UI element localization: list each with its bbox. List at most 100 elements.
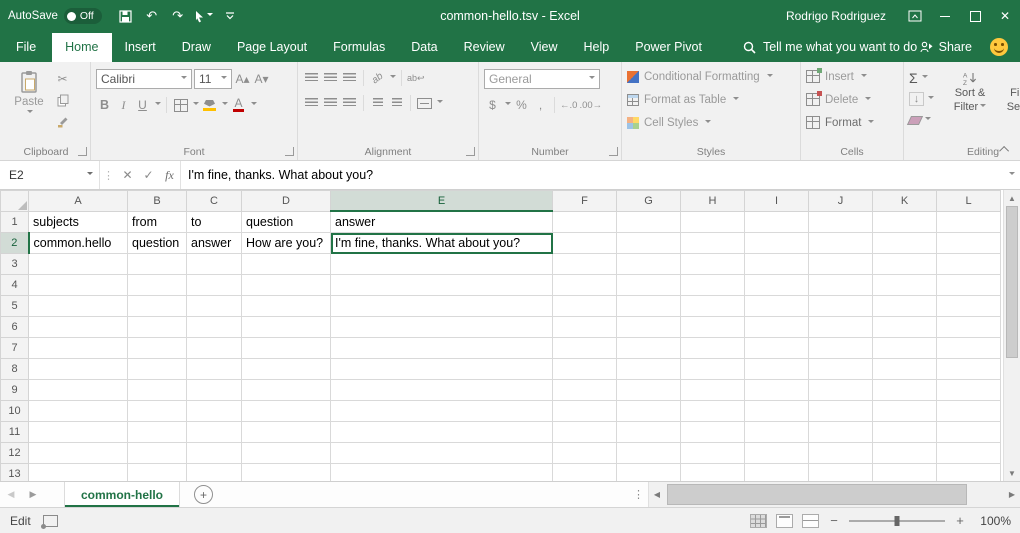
vertical-scroll-thumb[interactable]: [1006, 206, 1018, 358]
cell-K5[interactable]: [873, 296, 937, 317]
cell-H2[interactable]: [681, 233, 745, 254]
cell-G8[interactable]: [617, 359, 681, 380]
name-box[interactable]: E2: [0, 161, 100, 189]
column-header-J[interactable]: J: [809, 191, 873, 212]
cell-F6[interactable]: [553, 317, 617, 338]
delete-cells-button[interactable]: Delete: [806, 89, 898, 110]
insert-cells-button[interactable]: Insert: [806, 66, 898, 87]
cell-H7[interactable]: [681, 338, 745, 359]
cell-B7[interactable]: [128, 338, 187, 359]
cell-J2[interactable]: [809, 233, 873, 254]
tab-power-pivot[interactable]: Power Pivot: [622, 33, 715, 62]
tab-scrollbar-splitter[interactable]: ⋮: [629, 488, 648, 501]
cell-A2[interactable]: common.hello: [29, 233, 128, 254]
cell-G1[interactable]: [617, 211, 681, 233]
row-header-5[interactable]: 5: [1, 296, 29, 317]
row-header-12[interactable]: 12: [1, 443, 29, 464]
increase-indent-icon[interactable]: [388, 94, 405, 112]
cell-E11[interactable]: [331, 422, 553, 443]
cell-C4[interactable]: [187, 275, 242, 296]
scroll-down-icon[interactable]: ▼: [1004, 465, 1020, 481]
cell-L10[interactable]: [937, 401, 1001, 422]
cell-B8[interactable]: [128, 359, 187, 380]
paste-button[interactable]: Paste: [7, 67, 51, 134]
cell-I10[interactable]: [745, 401, 809, 422]
cell-K3[interactable]: [873, 254, 937, 275]
conditional-formatting-button[interactable]: Conditional Formatting: [627, 66, 795, 87]
cell-E2[interactable]: I'm fine, thanks. What about you?: [331, 233, 553, 254]
tab-data[interactable]: Data: [398, 33, 450, 62]
cell-D11[interactable]: [242, 422, 331, 443]
number-format-select[interactable]: General: [484, 69, 600, 89]
cell-E9[interactable]: [331, 380, 553, 401]
column-header-A[interactable]: A: [29, 191, 128, 212]
cell-I6[interactable]: [745, 317, 809, 338]
cell-J8[interactable]: [809, 359, 873, 380]
zoom-level[interactable]: 100%: [975, 514, 1011, 528]
cell-H1[interactable]: [681, 211, 745, 233]
share-button[interactable]: Share: [920, 40, 972, 54]
cell-I1[interactable]: [745, 211, 809, 233]
percent-style-icon[interactable]: %: [513, 96, 530, 114]
cut-icon[interactable]: ✂: [54, 70, 71, 88]
page-break-view-button[interactable]: [802, 514, 819, 528]
column-header-K[interactable]: K: [873, 191, 937, 212]
cell-I2[interactable]: [745, 233, 809, 254]
cell-F5[interactable]: [553, 296, 617, 317]
scroll-left-icon[interactable]: ◀: [649, 482, 665, 507]
cell-C13[interactable]: [187, 464, 242, 482]
cell-A13[interactable]: [29, 464, 128, 482]
horizontal-scrollbar[interactable]: ◀ ▶: [648, 482, 1020, 507]
cell-K4[interactable]: [873, 275, 937, 296]
cell-L13[interactable]: [937, 464, 1001, 482]
cell-G2[interactable]: [617, 233, 681, 254]
orientation-icon[interactable]: ab: [369, 69, 386, 87]
confirm-entry-button[interactable]: ✓: [138, 168, 159, 182]
cell-F10[interactable]: [553, 401, 617, 422]
middle-align-icon[interactable]: [322, 69, 339, 87]
cell-K7[interactable]: [873, 338, 937, 359]
copy-icon[interactable]: [54, 91, 71, 109]
cell-F9[interactable]: [553, 380, 617, 401]
cell-I7[interactable]: [745, 338, 809, 359]
cell-L5[interactable]: [937, 296, 1001, 317]
sheet-nav-right-icon[interactable]: ▶: [22, 489, 44, 500]
row-header-8[interactable]: 8: [1, 359, 29, 380]
format-painter-icon[interactable]: [54, 112, 71, 130]
cell-C8[interactable]: [187, 359, 242, 380]
cell-H11[interactable]: [681, 422, 745, 443]
cell-J4[interactable]: [809, 275, 873, 296]
zoom-slider-thumb[interactable]: [895, 516, 900, 526]
cell-J12[interactable]: [809, 443, 873, 464]
format-cells-button[interactable]: Format: [806, 112, 898, 133]
cell-D5[interactable]: [242, 296, 331, 317]
cell-G13[interactable]: [617, 464, 681, 482]
cell-F8[interactable]: [553, 359, 617, 380]
row-header-9[interactable]: 9: [1, 380, 29, 401]
cell-D9[interactable]: [242, 380, 331, 401]
cell-F11[interactable]: [553, 422, 617, 443]
formula-bar-expand-icon[interactable]: [1002, 166, 1020, 184]
cell-F7[interactable]: [553, 338, 617, 359]
cell-E8[interactable]: [331, 359, 553, 380]
zoom-slider[interactable]: [849, 520, 945, 522]
horizontal-scroll-thumb[interactable]: [667, 484, 967, 505]
top-align-icon[interactable]: [303, 69, 320, 87]
cell-D13[interactable]: [242, 464, 331, 482]
cell-C9[interactable]: [187, 380, 242, 401]
row-header-6[interactable]: 6: [1, 317, 29, 338]
cell-K1[interactable]: [873, 211, 937, 233]
cell-B4[interactable]: [128, 275, 187, 296]
maximize-button[interactable]: [960, 0, 990, 32]
cell-D12[interactable]: [242, 443, 331, 464]
cell-C5[interactable]: [187, 296, 242, 317]
cell-I4[interactable]: [745, 275, 809, 296]
cell-I13[interactable]: [745, 464, 809, 482]
cell-E12[interactable]: [331, 443, 553, 464]
font-size-select[interactable]: 11: [194, 69, 232, 89]
cell-H13[interactable]: [681, 464, 745, 482]
cell-K13[interactable]: [873, 464, 937, 482]
column-header-C[interactable]: C: [187, 191, 242, 212]
cell-A7[interactable]: [29, 338, 128, 359]
name-box-resize-handle[interactable]: ⋮: [100, 169, 117, 182]
